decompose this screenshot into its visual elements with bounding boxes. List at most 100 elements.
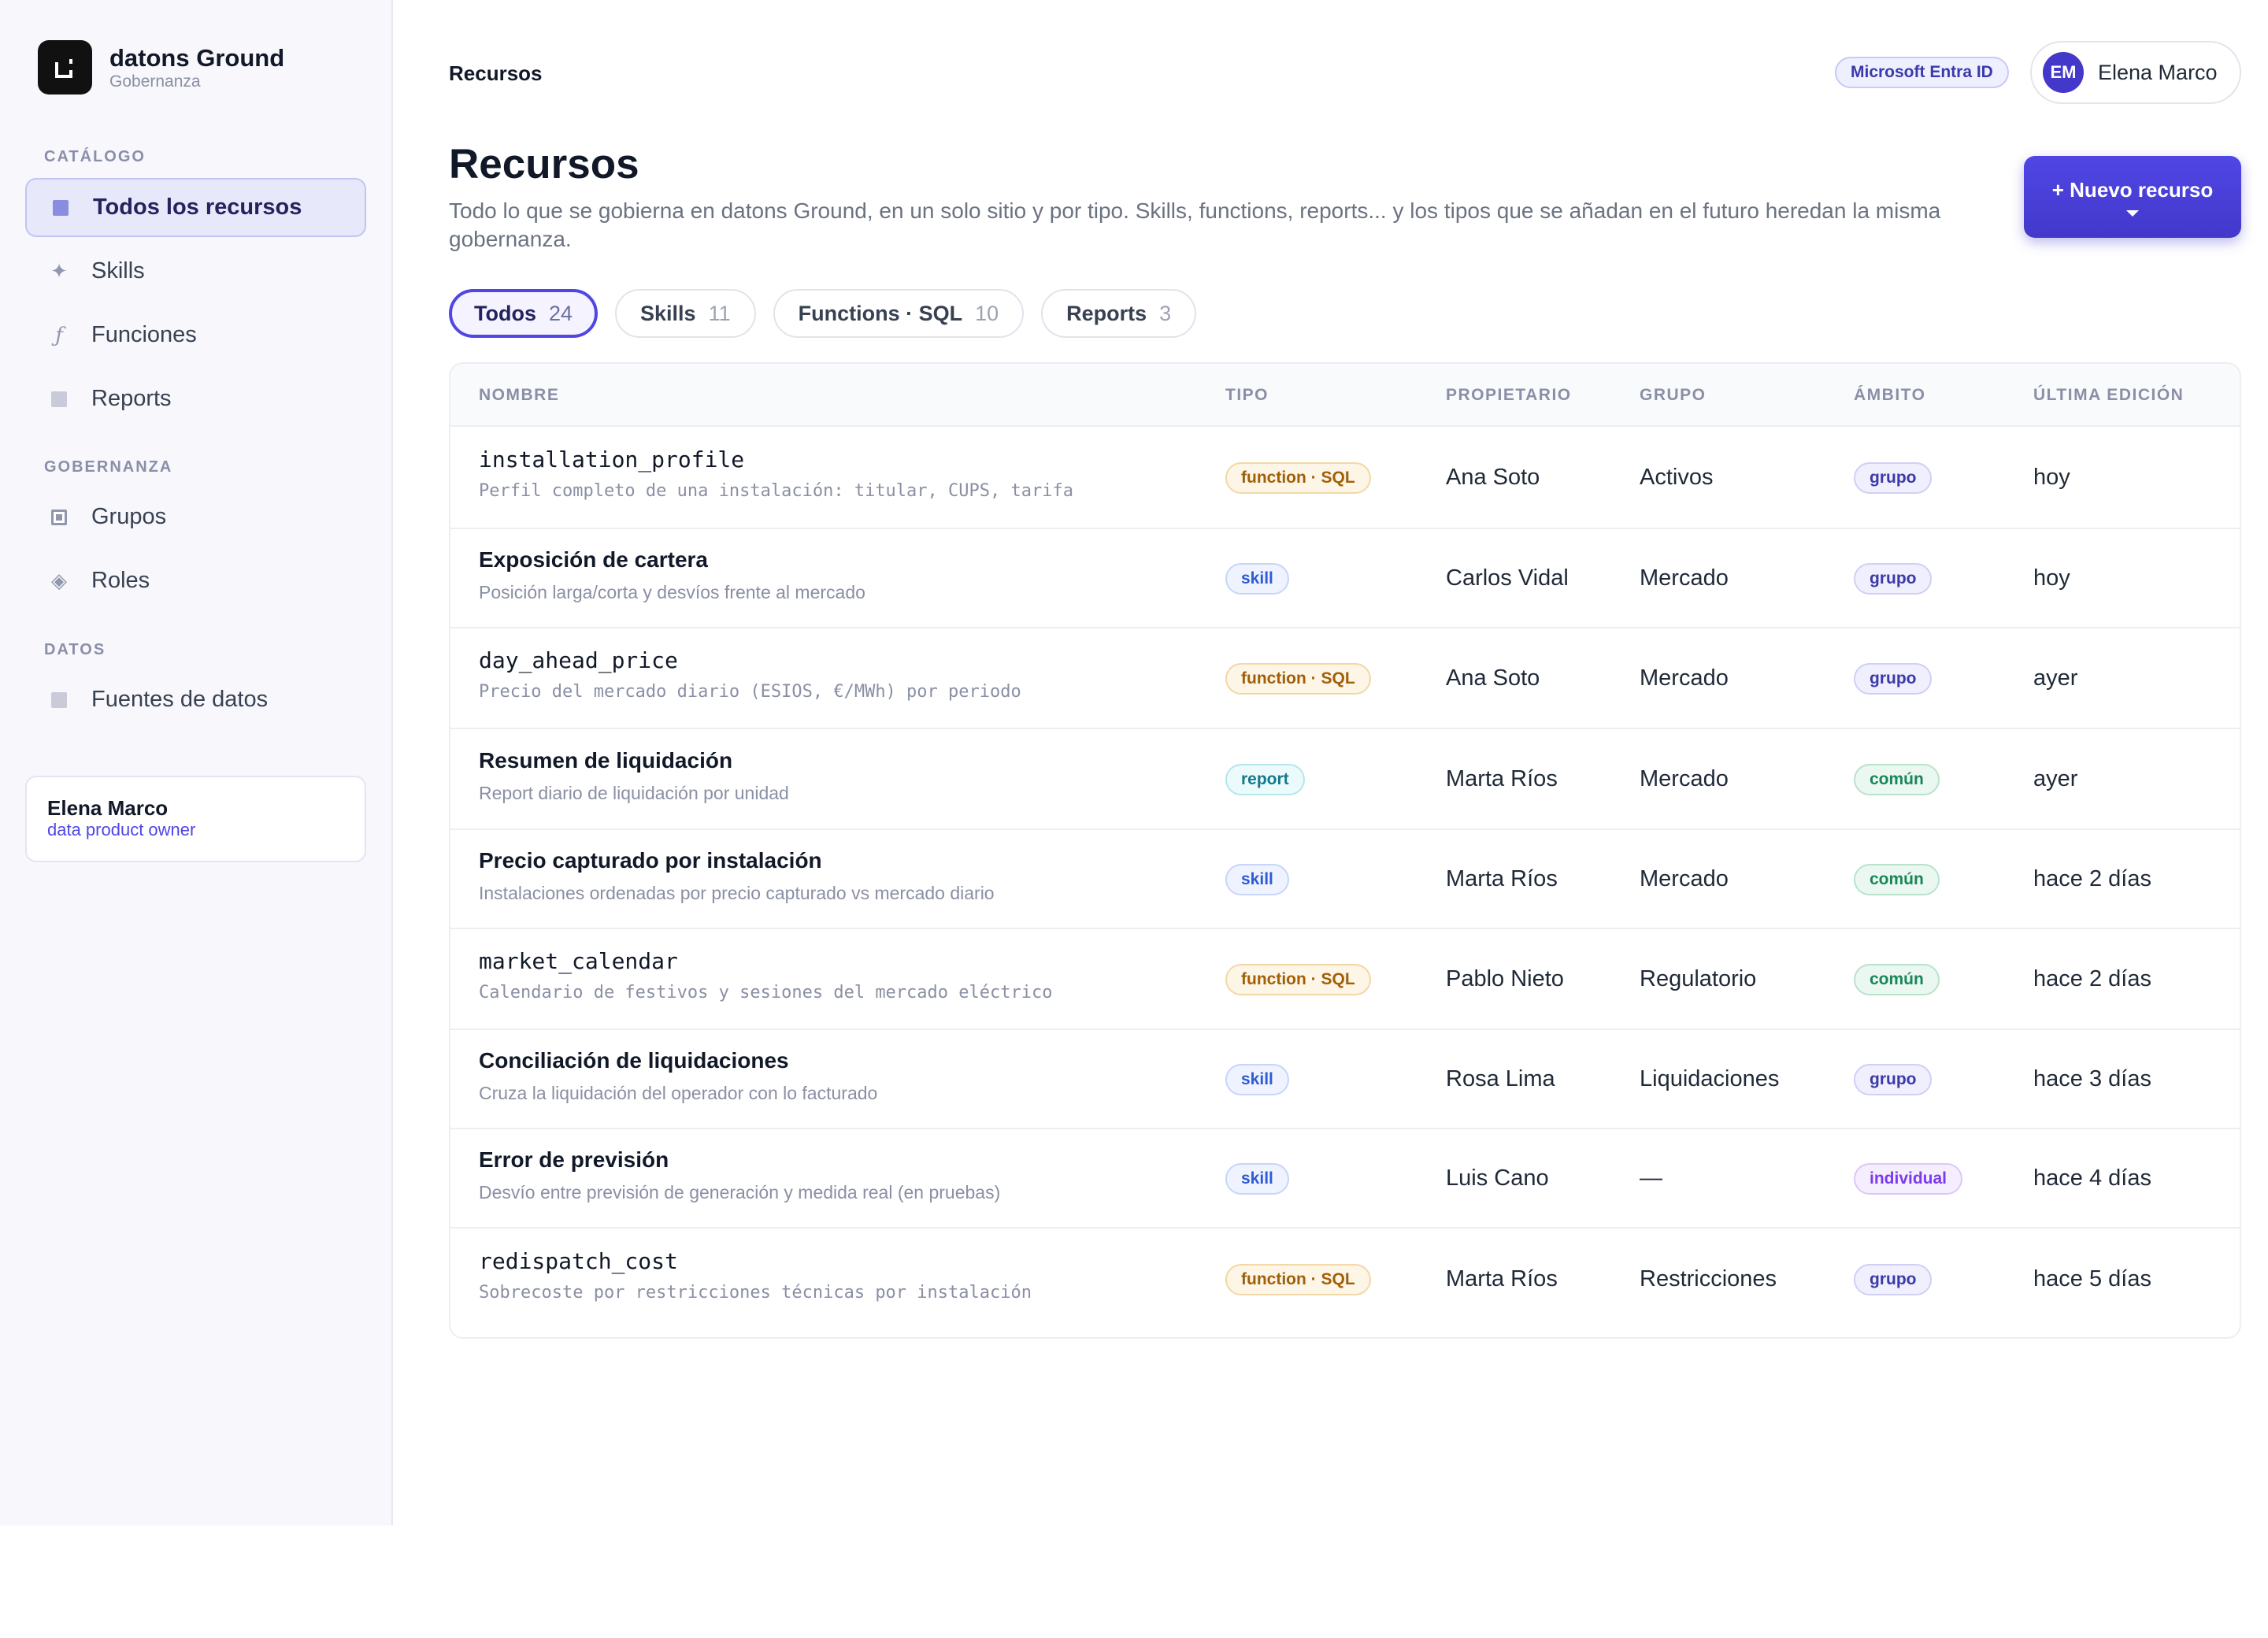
sidebar-item-roles[interactable]: ◈ Roles	[25, 551, 366, 610]
table-row[interactable]: Exposición de cartera Posición larga/cort…	[450, 529, 2240, 628]
resource-name: Exposición de cartera	[479, 547, 709, 572]
type-badge: skill	[1225, 1064, 1289, 1095]
filter-count: 10	[975, 301, 999, 325]
scope-badge: grupo	[1854, 563, 1933, 595]
type-badge: report	[1225, 764, 1305, 795]
last-edited: hace 2 días	[2033, 966, 2151, 991]
table-row[interactable]: Error de previsión Desvío entre previsión…	[450, 1129, 2240, 1228]
sidebar-item-label: Skills	[91, 258, 145, 284]
owner-name: Ana Soto	[1446, 665, 1540, 691]
sidebar: datons Ground Gobernanza CATÁLOGO Todos …	[0, 0, 393, 1525]
table-row[interactable]: day_ahead_price Precio del mercado diario…	[450, 628, 2240, 729]
brand[interactable]: datons Ground Gobernanza	[38, 40, 284, 94]
type-badge: skill	[1225, 864, 1289, 895]
resource-name: installation_profile	[479, 447, 745, 472]
sidebar-item-label: Reports	[91, 386, 172, 411]
table-row[interactable]: redispatch_cost Sobrecoste por restriccio…	[450, 1228, 2240, 1331]
sidebar-item-label: Todos los recursos	[93, 195, 302, 220]
table-header: NOMBRE TIPO PROPIETARIO GRUPO ÁMBITO ÚLT…	[450, 364, 2240, 427]
square-icon	[52, 199, 69, 217]
resource-name: Conciliación de liquidaciones	[479, 1048, 789, 1073]
table-row[interactable]: market_calendar Calendario de festivos y …	[450, 929, 2240, 1030]
resource-name: market_calendar	[479, 948, 678, 974]
owner-name: Rosa Lima	[1446, 1066, 1555, 1091]
page-title: Recursos	[449, 141, 639, 187]
last-edited: hoy	[2033, 465, 2070, 490]
column-header-nombre[interactable]: NOMBRE	[479, 386, 559, 405]
last-edited: ayer	[2033, 665, 2078, 691]
filter-label: Functions · SQL	[798, 301, 963, 325]
filter-label: Skills	[640, 301, 696, 325]
group-name: —	[1640, 1166, 1662, 1191]
nav-section-gobernanza: GOBERNANZA	[44, 458, 173, 476]
type-badge: function · SQL	[1225, 663, 1371, 695]
page-bottom-blank	[0, 1525, 2268, 1638]
table-row[interactable]: Resumen de liquidación Report diario de l…	[450, 729, 2240, 830]
sidebar-user-card[interactable]: Elena Marco data product owner	[25, 776, 366, 862]
resource-name: Precio capturado por instalación	[479, 848, 822, 873]
user-menu[interactable]: EM Elena Marco	[2030, 41, 2241, 104]
group-name: Mercado	[1640, 766, 1729, 791]
filter-count: 11	[708, 301, 731, 325]
sidebar-item-fuentes-de-datos[interactable]: Fuentes de datos	[25, 670, 366, 729]
sparkle-icon: ✦	[50, 259, 68, 283]
sidebar-item-skills[interactable]: ✦ Skills	[25, 242, 366, 301]
table-row[interactable]: installation_profile Perfil completo de u…	[450, 427, 2240, 529]
resource-description: Instalaciones ordenadas por precio captu…	[479, 883, 995, 903]
sidebar-item-todos-los-recursos[interactable]: Todos los recursos	[25, 178, 366, 237]
resource-description: Calendario de festivos y sesiones del me…	[479, 983, 1053, 1002]
column-header-grupo[interactable]: GRUPO	[1640, 386, 1707, 405]
resource-description: Posición larga/corta y desvíos frente al…	[479, 582, 865, 602]
resources-table: NOMBRE TIPO PROPIETARIO GRUPO ÁMBITO ÚLT…	[449, 362, 2241, 1339]
type-badge: skill	[1225, 1163, 1289, 1195]
owner-name: Carlos Vidal	[1446, 565, 1569, 591]
group-name: Mercado	[1640, 866, 1729, 891]
column-header-ambito[interactable]: ÁMBITO	[1854, 386, 1925, 405]
group-name: Restricciones	[1640, 1266, 1777, 1292]
type-badge: skill	[1225, 563, 1289, 595]
resource-description: Sobrecoste por restricciones técnicas po…	[479, 1283, 1032, 1303]
sidebar-item-grupos[interactable]: Grupos	[25, 487, 366, 547]
new-resource-button[interactable]: + Nuevo recurso	[2024, 156, 2241, 238]
function-icon: ƒ	[55, 323, 63, 347]
nav-section-datos: DATOS	[44, 641, 106, 658]
sidebar-item-label: Fuentes de datos	[91, 687, 269, 712]
filter-todos[interactable]: Todos 24	[449, 289, 598, 338]
scope-badge: común	[1854, 764, 1940, 795]
owner-name: Marta Ríos	[1446, 1266, 1558, 1292]
table-row[interactable]: Conciliación de liquidaciones Cruza la li…	[450, 1030, 2240, 1129]
column-header-propietario[interactable]: PROPIETARIO	[1446, 386, 1572, 405]
sidebar-item-label: Grupos	[91, 504, 167, 529]
group-name: Activos	[1640, 465, 1714, 490]
sidebar-item-funciones[interactable]: ƒ Funciones	[25, 306, 366, 365]
scope-badge: grupo	[1854, 1064, 1933, 1095]
avatar: EM	[2043, 52, 2084, 93]
scope-badge: grupo	[1854, 462, 1933, 494]
user-card-role: data product owner	[47, 820, 196, 839]
table-row[interactable]: Precio capturado por instalación Instalac…	[450, 830, 2240, 929]
column-header-tipo[interactable]: TIPO	[1225, 386, 1269, 405]
owner-name: Luis Cano	[1446, 1166, 1549, 1191]
group-name: Liquidaciones	[1640, 1066, 1780, 1091]
resource-description: Perfil completo de una instalación: titu…	[479, 481, 1073, 501]
type-badge: function · SQL	[1225, 964, 1371, 995]
resource-name: Resumen de liquidación	[479, 748, 733, 773]
nav-section-catalogo: CATÁLOGO	[44, 148, 146, 165]
page-description: Todo lo que se gobierna en datons Ground…	[449, 198, 1941, 251]
type-badge: function · SQL	[1225, 462, 1371, 494]
filter-functions-sql[interactable]: Functions · SQL 10	[773, 289, 1025, 338]
group-name: Mercado	[1640, 665, 1729, 691]
sidebar-item-reports[interactable]: Reports	[25, 369, 366, 428]
last-edited: hace 5 días	[2033, 1266, 2151, 1292]
sidebar-item-label: Funciones	[91, 322, 197, 347]
resource-description: Desvío entre previsión de generación y m…	[479, 1182, 1001, 1203]
filter-count: 24	[548, 301, 573, 325]
type-filter-tabs: Todos 24 Skills 11 Functions · SQL 10 Re…	[449, 289, 1197, 338]
scope-badge: grupo	[1854, 663, 1933, 695]
diamond-icon: ◈	[51, 569, 67, 592]
resource-name: Error de previsión	[479, 1147, 669, 1172]
column-header-ultima-edicion[interactable]: ÚLTIMA EDICIÓN	[2033, 386, 2184, 405]
filter-skills[interactable]: Skills 11	[615, 289, 756, 338]
breadcrumb: Recursos	[449, 61, 543, 85]
filter-reports[interactable]: Reports 3	[1041, 289, 1197, 338]
